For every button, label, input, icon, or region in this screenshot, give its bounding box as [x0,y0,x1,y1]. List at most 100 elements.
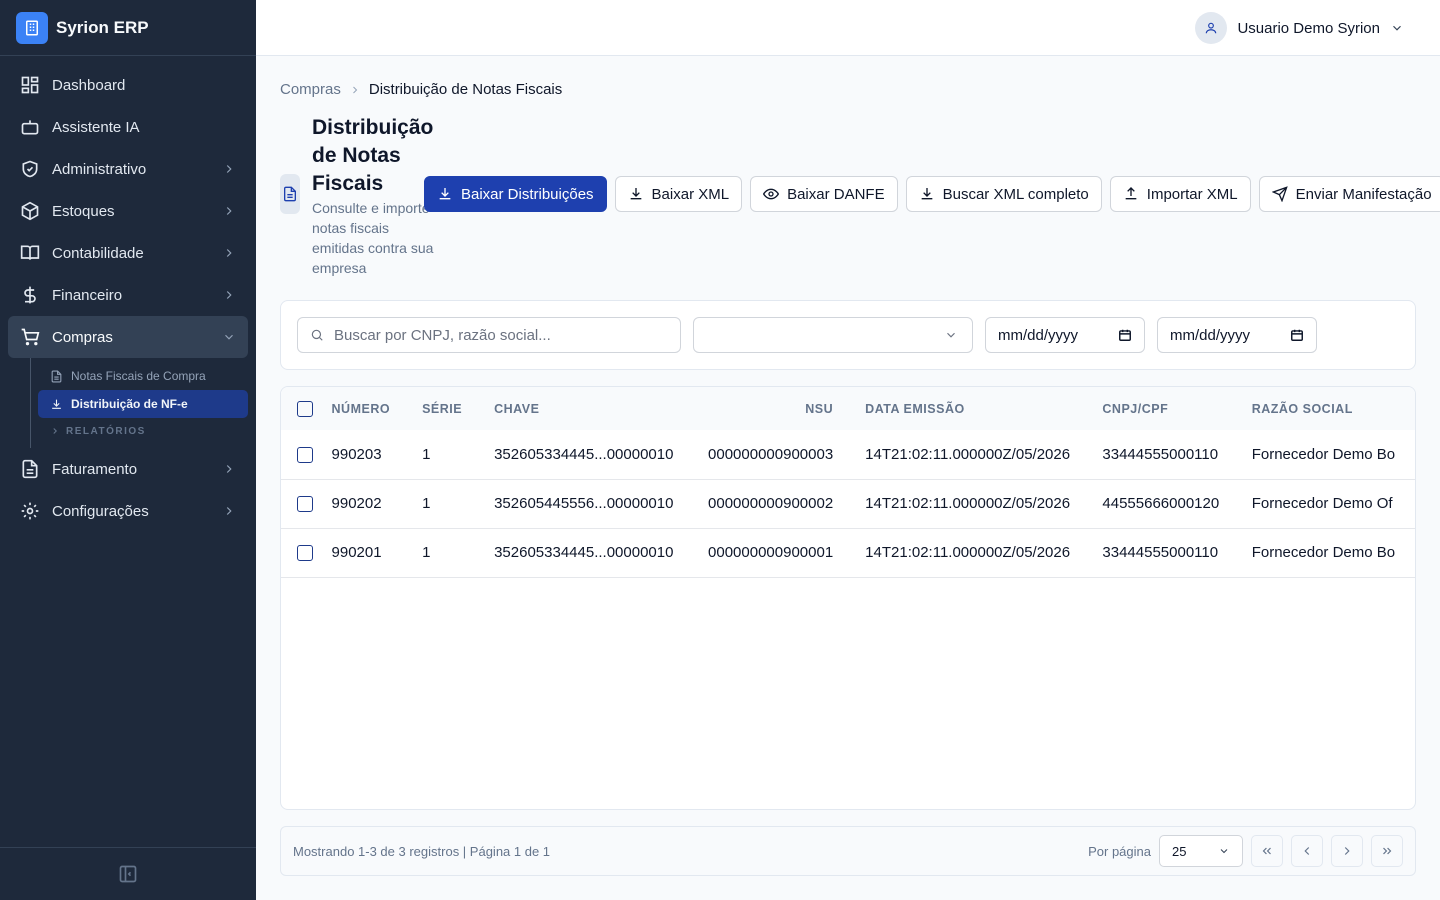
date-from-input[interactable]: mm/dd/yyyy [985,317,1145,353]
table-row[interactable]: 990202 1 352605445556...00000010 0000000… [281,479,1415,529]
page-title-line: de Notas [312,144,401,167]
search-input[interactable] [334,326,654,344]
baixar-danfe-button[interactable]: Baixar DANFE [750,176,898,212]
cell-numero: 990203 [315,430,407,480]
per-page-value: 25 [1172,843,1187,859]
cell-nsu: 000000000900001 [690,528,850,578]
date-to-input[interactable]: mm/dd/yyyy [1157,317,1317,353]
chevron-right-icon [222,504,236,518]
chevron-down-icon [222,330,236,344]
records-summary: Mostrando 1-3 de 3 registros | Página 1 … [293,844,551,859]
invoices-table: Número Série Chave NSU Data Emissão CNPJ… [281,387,1415,578]
eye-icon [763,186,780,202]
calendar-icon[interactable] [1290,328,1304,342]
page-header: Distribuição de Notas Fiscais Consulte e… [280,114,448,278]
sidebar-item-administrativo[interactable]: Administrativo [8,148,248,190]
next-page-button[interactable] [1331,835,1363,867]
chevron-left-icon [1300,844,1314,858]
cell-razao-social: Fornecedor Demo Of [1235,479,1415,529]
search-icon [310,328,324,342]
sidebar-item-dashboard[interactable]: Dashboard [8,64,248,106]
calendar-icon[interactable] [1118,328,1132,342]
file-icon [20,459,40,479]
user-icon [1195,12,1228,44]
collapse-sidebar-button[interactable] [0,847,256,900]
cell-nsu: 000000000900002 [690,479,850,529]
sidebar-item-label: Dashboard [52,76,126,94]
sidebar-item-faturamento[interactable]: Faturamento [8,448,248,490]
cell-razao-social: Fornecedor Demo Bo [1235,430,1415,480]
chevrons-left-icon [1260,844,1274,858]
status-select[interactable] [693,317,973,353]
main-nav: Dashboard Assistente IA Administrativo E… [0,56,256,540]
download-icon [50,398,63,411]
sidebar-item-configuracoes[interactable]: Configurações [8,490,248,532]
per-page-select[interactable]: 25 [1159,835,1243,867]
row-checkbox[interactable] [297,496,313,513]
column-header-cnpj[interactable]: CNPJ/CPF [1086,387,1235,430]
row-select-cell [281,479,316,529]
cell-data-emissao: 14T21:02:11.000000Z/05/2026 [849,430,1087,480]
sidebar-item-assistente-ia[interactable]: Assistente IA [8,106,248,148]
pagination-bar: Mostrando 1-3 de 3 registros | Página 1 … [280,826,1416,876]
chevrons-right-icon [1380,844,1394,858]
column-header-numero[interactable]: Número [316,387,407,430]
baixar-distribuicoes-button[interactable]: Baixar Distribuições [424,176,607,212]
chevron-down-icon [944,328,958,342]
sidebar-item-label: Financeiro [52,286,123,304]
table-row[interactable]: 990203 1 352605334445...00000010 0000000… [281,430,1415,480]
column-header-serie[interactable]: Série [406,387,478,430]
brand[interactable]: Syrion ERP [0,0,256,56]
baixar-xml-button[interactable]: Baixar XML [614,176,743,212]
sidebar-item-label: Contabilidade [52,244,144,262]
column-header-nsu[interactable]: NSU [690,387,849,430]
sidebar-item-financeiro[interactable]: Financeiro [8,274,248,316]
sidebar-item-label: Configurações [52,502,149,520]
main-content: Compras Distribuição de Notas Fiscais Di… [256,56,1440,900]
chevron-right-icon [222,288,236,302]
select-all-checkbox[interactable] [297,400,313,417]
row-checkbox[interactable] [297,446,313,463]
gear-icon [20,501,40,521]
sidebar-item-compras[interactable]: Compras [8,316,248,358]
row-checkbox[interactable] [297,545,313,562]
enviar-manifestacao-button[interactable]: Enviar Manifestação [1258,176,1440,212]
user-menu[interactable]: Usuario Demo Syrion [1195,12,1404,44]
chevron-down-icon [1218,845,1230,857]
cell-chave: 352605334445...00000010 [478,528,691,578]
sidebar-subitem-label: Distribuição de NF-e [71,397,188,411]
sidebar-group-relatorios[interactable]: RELATÓRIOS [38,418,248,444]
sidebar-item-estoques[interactable]: Estoques [8,190,248,232]
table-header-row: Número Série Chave NSU Data Emissão CNPJ… [281,387,1415,430]
column-header-data-emissao[interactable]: Data Emissão [849,387,1086,430]
previous-page-button[interactable] [1291,835,1323,867]
book-icon [20,243,40,263]
last-page-button[interactable] [1371,835,1403,867]
sidebar-item-label: Estoques [52,202,115,220]
action-toolbar: Baixar Distribuições Baixar XML Baixar D… [424,176,1440,212]
importar-xml-button[interactable]: Importar XML [1109,176,1251,212]
breadcrumb-parent[interactable]: Compras [280,81,341,98]
buscar-xml-completo-button[interactable]: Buscar XML completo [905,176,1102,212]
cell-serie: 1 [406,528,479,578]
column-header-chave[interactable]: Chave [478,387,690,430]
building-icon [16,11,48,44]
file-text-icon [50,370,63,383]
cell-serie: 1 [406,479,479,529]
button-label: Importar XML [1146,185,1238,203]
first-page-button[interactable] [1251,835,1283,867]
page-subtitle-line: emitidas contra sua [312,240,434,256]
cell-chave: 352605445556...00000010 [478,479,691,529]
cell-serie: 1 [406,430,479,480]
sidebar-item-contabilidade[interactable]: Contabilidade [8,232,248,274]
chevron-right-icon [222,462,236,476]
download-icon [628,186,644,202]
button-label: Buscar XML completo [942,185,1089,203]
breadcrumb-current: Distribuição de Notas Fiscais [368,81,563,98]
table-row[interactable]: 990201 1 352605334445...00000010 0000000… [281,528,1415,578]
sidebar-subitem-notas-fiscais-compra[interactable]: Notas Fiscais de Compra [38,362,248,390]
sidebar-subitem-distribuicao-nfe[interactable]: Distribuição de NF-e [38,390,248,418]
sidebar-item-label: Administrativo [52,160,147,178]
column-header-razao-social[interactable]: Razão Social [1236,387,1415,430]
sidebar-item-label: Compras [52,328,113,346]
